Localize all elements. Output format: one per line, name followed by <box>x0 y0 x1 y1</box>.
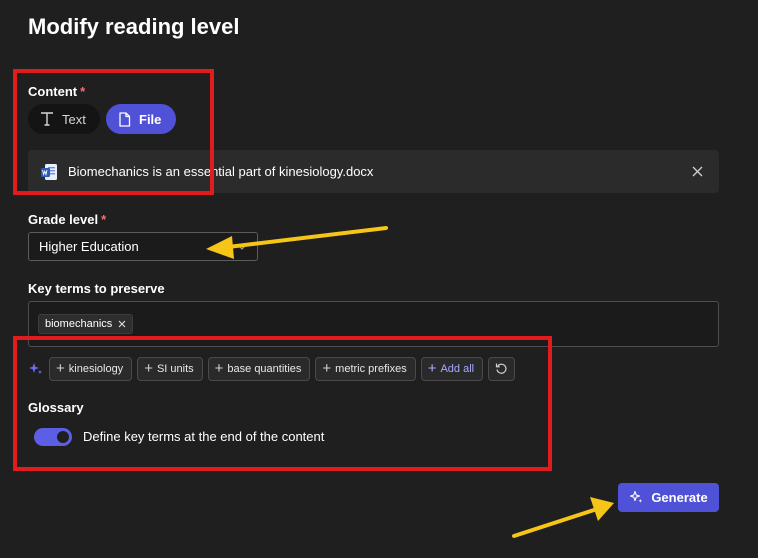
arrow-to-grade-level <box>206 226 388 259</box>
annotation-arrows <box>206 226 614 538</box>
arrow-to-generate <box>512 497 614 538</box>
